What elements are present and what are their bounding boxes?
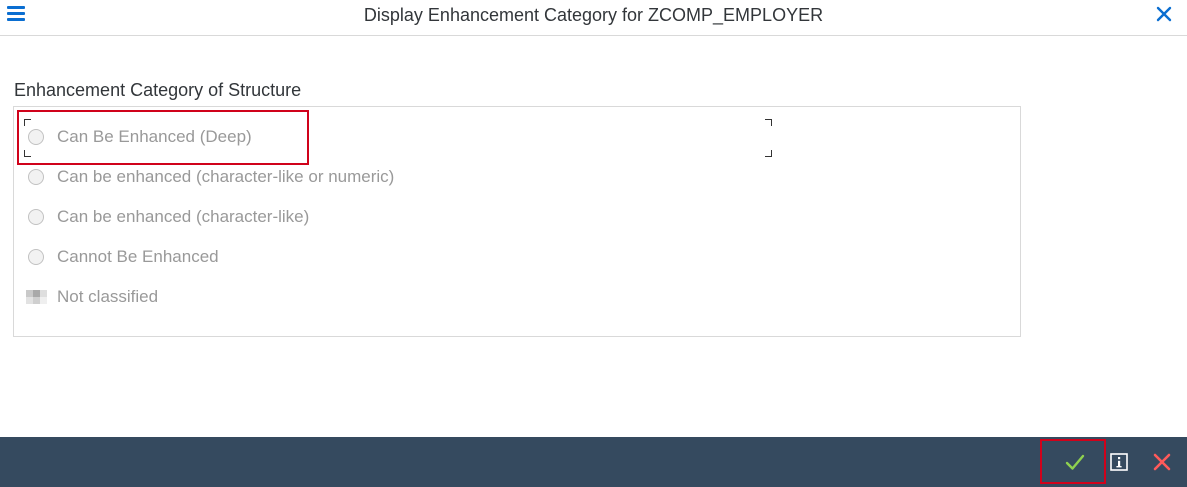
information-button[interactable] [1105,448,1133,476]
radio-label: Can be enhanced (character-like or numer… [57,167,395,186]
radio-can-be-enhanced-deep[interactable]: Can Be Enhanced (Deep) [28,126,252,148]
radio-label: Cannot Be Enhanced [57,247,219,266]
focus-corner [24,150,31,157]
radio-button-icon [28,129,44,145]
focus-corner [765,119,772,126]
radio-button-icon [28,169,44,185]
dialog-window: Display Enhancement Category for ZCOMP_E… [0,0,1187,487]
radio-label: Not classified [57,287,159,306]
footer-toolbar [0,437,1187,487]
focus-corner [765,150,772,157]
checkmark-icon [1065,454,1085,470]
info-icon [1110,453,1128,471]
dialog-title: Display Enhancement Category for ZCOMP_E… [363,5,824,25]
title-bar: Display Enhancement Category for ZCOMP_E… [0,0,1187,36]
radio-selected-icon [26,286,48,308]
radio-not-classified[interactable]: Not classified [26,286,159,308]
group-label: Enhancement Category of Structure [14,80,302,100]
focus-corner [24,119,31,126]
cancel-icon [1153,453,1171,471]
radio-button-icon [28,249,44,265]
radio-label: Can Be Enhanced (Deep) [57,127,252,146]
radio-label: Can be enhanced (character-like) [57,207,310,226]
radio-cannot-be-enhanced[interactable]: Cannot Be Enhanced [28,246,219,268]
radio-can-be-enhanced-char-like[interactable]: Can be enhanced (character-like) [28,206,309,228]
confirm-button[interactable] [1061,448,1089,476]
radio-can-be-enhanced-char-or-numeric[interactable]: Can be enhanced (character-like or numer… [28,166,394,188]
cancel-button[interactable] [1148,448,1176,476]
close-button[interactable] [1153,3,1175,25]
close-icon [1156,6,1172,22]
radio-button-icon [28,209,44,225]
